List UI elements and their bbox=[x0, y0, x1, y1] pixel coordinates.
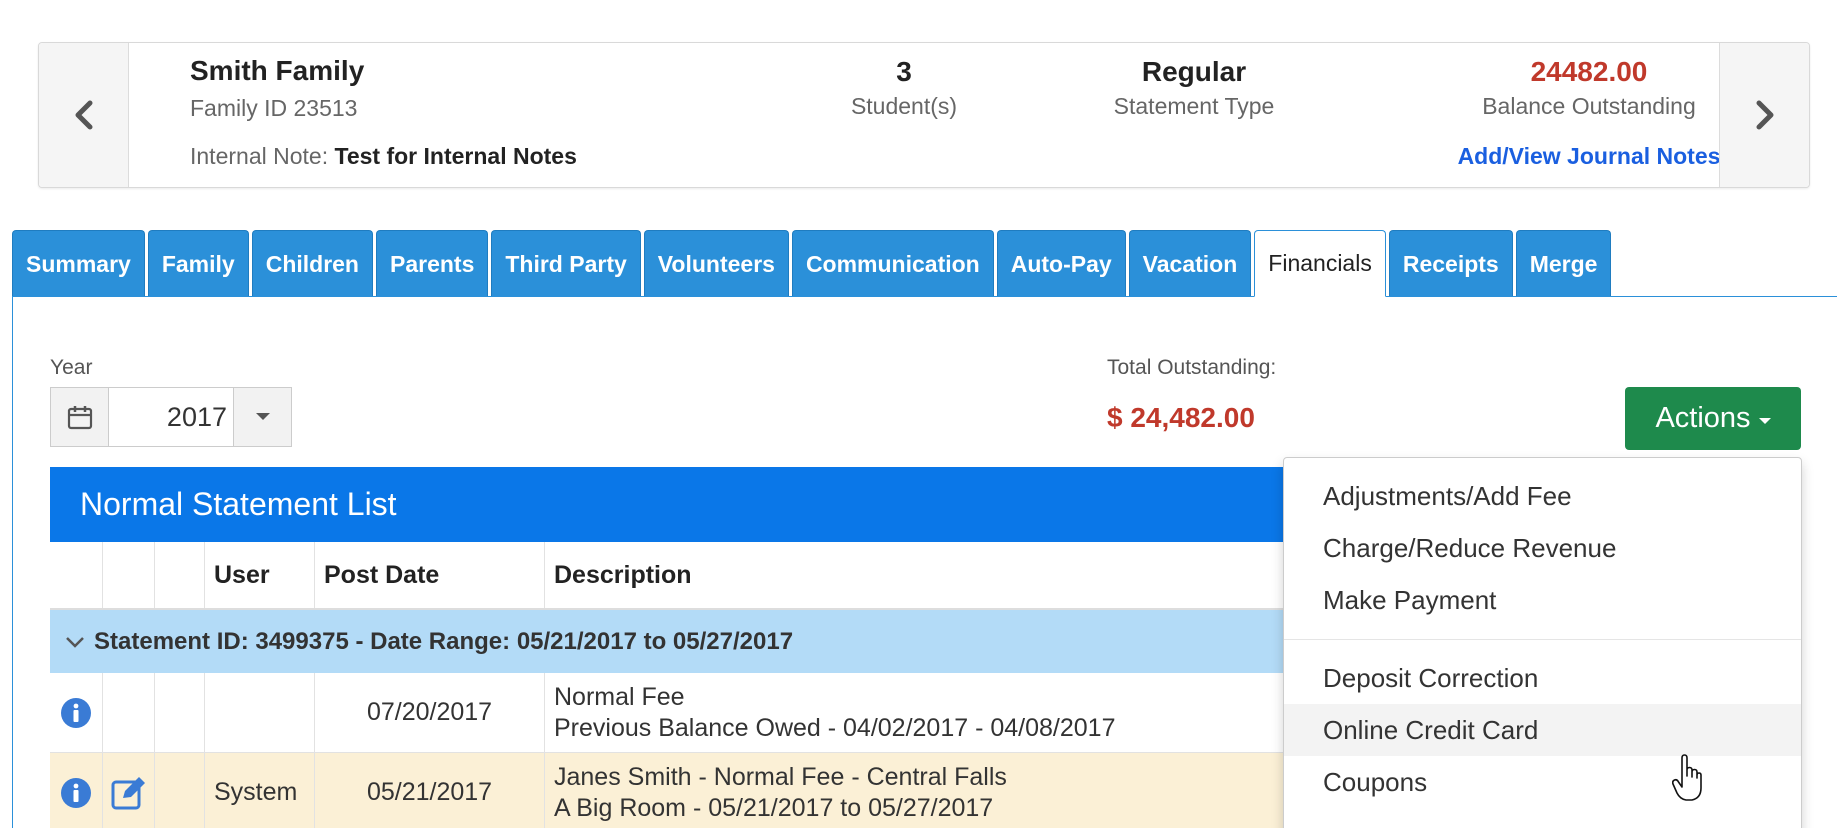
blank-cell bbox=[155, 673, 205, 752]
internal-note-value: Test for Internal Notes bbox=[334, 143, 577, 169]
family-id: Family ID 23513 bbox=[190, 95, 358, 121]
year-value[interactable]: 2017 bbox=[109, 388, 233, 446]
year-selector[interactable]: 2017 bbox=[50, 387, 292, 447]
statement-table: User Post Date Description Statement ID:… bbox=[50, 542, 1450, 828]
info-button[interactable] bbox=[50, 753, 103, 828]
blank-cell bbox=[155, 753, 205, 828]
table-row: 07/20/2017 Normal Fee Previous Balance O… bbox=[50, 673, 1450, 753]
students-label: Student(s) bbox=[850, 93, 958, 119]
chevron-right-icon bbox=[1756, 100, 1773, 130]
caret-down-icon bbox=[255, 413, 270, 420]
next-family-button[interactable] bbox=[1719, 43, 1809, 187]
statement-group-row[interactable]: Statement ID: 3499375 - Date Range: 05/2… bbox=[50, 610, 1450, 673]
statement-list-title: Normal Statement List bbox=[50, 467, 1450, 542]
family-name: Smith Family bbox=[190, 55, 365, 86]
menu-item-charge-reduce-revenue[interactable]: Charge/Reduce Revenue bbox=[1284, 522, 1801, 574]
chevron-down-icon[interactable] bbox=[64, 635, 86, 649]
year-dropdown-button[interactable] bbox=[233, 388, 291, 446]
post-date-cell: 07/20/2017 bbox=[315, 673, 545, 752]
menu-item-online-credit-card[interactable]: Online Credit Card bbox=[1284, 704, 1801, 756]
chevron-left-icon bbox=[75, 100, 92, 130]
description-line-2: Previous Balance Owed - 04/02/2017 - 04/… bbox=[554, 713, 1116, 742]
tab-parents[interactable]: Parents bbox=[375, 230, 489, 297]
column-header-blank bbox=[155, 542, 205, 608]
internal-note-label: Internal Note: bbox=[190, 143, 329, 169]
students-count: 3 bbox=[896, 56, 912, 87]
internal-note: Internal Note: Test for Internal Notes bbox=[190, 143, 577, 170]
tab-communication[interactable]: Communication bbox=[791, 230, 994, 297]
previous-family-button[interactable] bbox=[39, 43, 129, 187]
column-header-post-date[interactable]: Post Date bbox=[315, 542, 545, 608]
tab-volunteers[interactable]: Volunteers bbox=[643, 230, 789, 297]
column-header-edit bbox=[103, 542, 155, 608]
statement-type-label: Statement Type bbox=[1113, 93, 1275, 119]
total-outstanding-value: $ 24,482.00 bbox=[1107, 402, 1255, 433]
students-stat: 3 Student(s) bbox=[799, 55, 1009, 120]
calendar-icon bbox=[67, 406, 92, 430]
total-outstanding-label: Total Outstanding: bbox=[1107, 356, 1277, 379]
tab-merge[interactable]: Merge bbox=[1515, 230, 1612, 297]
tab-children[interactable]: Children bbox=[251, 230, 373, 297]
year-label: Year bbox=[50, 356, 93, 379]
tab-financials[interactable]: Financials bbox=[1254, 230, 1386, 297]
post-date-cell: 05/21/2017 bbox=[315, 753, 545, 828]
balance-outstanding-label: Balance Outstanding bbox=[1482, 93, 1696, 119]
actions-button-label: Actions bbox=[1655, 402, 1751, 434]
actions-dropdown-menu: Adjustments/Add Fee Charge/Reduce Revenu… bbox=[1283, 457, 1802, 828]
info-icon bbox=[61, 777, 91, 808]
family-summary-card: Smith Family Family ID 23513 Internal No… bbox=[38, 42, 1810, 188]
menu-item-deposit-correction[interactable]: Deposit Correction bbox=[1284, 652, 1801, 704]
tab-vacation[interactable]: Vacation bbox=[1128, 230, 1252, 297]
edit-icon bbox=[111, 776, 145, 809]
journal-notes-link[interactable]: Add/View Journal Notes bbox=[1429, 143, 1749, 170]
balance-outstanding-value: 24482.00 bbox=[1530, 56, 1648, 87]
statement-type-stat: Regular Statement Type bbox=[1089, 55, 1299, 120]
description-line-1: Normal Fee bbox=[554, 682, 685, 711]
menu-divider bbox=[1284, 639, 1801, 640]
balance-stat: 24482.00 Balance Outstanding bbox=[1429, 55, 1749, 120]
column-header-info bbox=[50, 542, 103, 608]
description-line-1: Janes Smith - Normal Fee - Central Falls bbox=[554, 762, 1007, 791]
table-header-row: User Post Date Description bbox=[50, 542, 1450, 610]
caret-down-icon bbox=[1758, 417, 1771, 424]
hand-pointer-cursor-icon bbox=[1672, 754, 1702, 801]
tab-receipts[interactable]: Receipts bbox=[1388, 230, 1513, 297]
column-header-user[interactable]: User bbox=[205, 542, 315, 608]
edit-cell-empty bbox=[103, 673, 155, 752]
user-cell: System bbox=[205, 753, 315, 828]
menu-item-coupons[interactable]: Coupons bbox=[1284, 756, 1801, 808]
tab-auto-pay[interactable]: Auto-Pay bbox=[996, 230, 1126, 297]
info-icon bbox=[61, 697, 91, 728]
edit-button[interactable] bbox=[103, 753, 155, 828]
menu-item-adjustments-add-fee[interactable]: Adjustments/Add Fee bbox=[1284, 470, 1801, 522]
menu-item-make-payment[interactable]: Make Payment bbox=[1284, 574, 1801, 626]
tab-family[interactable]: Family bbox=[147, 230, 249, 297]
table-row: System 05/21/2017 Janes Smith - Normal F… bbox=[50, 753, 1450, 828]
family-tabs: Summary Family Children Parents Third Pa… bbox=[12, 230, 1614, 297]
tab-summary[interactable]: Summary bbox=[12, 230, 145, 297]
tab-third-party[interactable]: Third Party bbox=[491, 230, 641, 297]
statement-type-value: Regular bbox=[1141, 56, 1247, 87]
user-cell bbox=[205, 673, 315, 752]
description-line-2: A Big Room - 05/21/2017 to 05/27/2017 bbox=[554, 793, 994, 822]
info-button[interactable] bbox=[50, 673, 103, 752]
year-calendar-button[interactable] bbox=[51, 388, 109, 446]
description-cell: Janes Smith - Normal Fee - Central Falls… bbox=[545, 753, 1285, 828]
column-header-description[interactable]: Description bbox=[545, 542, 1285, 608]
actions-button[interactable]: Actions bbox=[1625, 387, 1801, 450]
statement-group-label: Statement ID: 3499375 - Date Range: 05/2… bbox=[94, 627, 794, 655]
description-cell: Normal Fee Previous Balance Owed - 04/02… bbox=[545, 673, 1285, 752]
